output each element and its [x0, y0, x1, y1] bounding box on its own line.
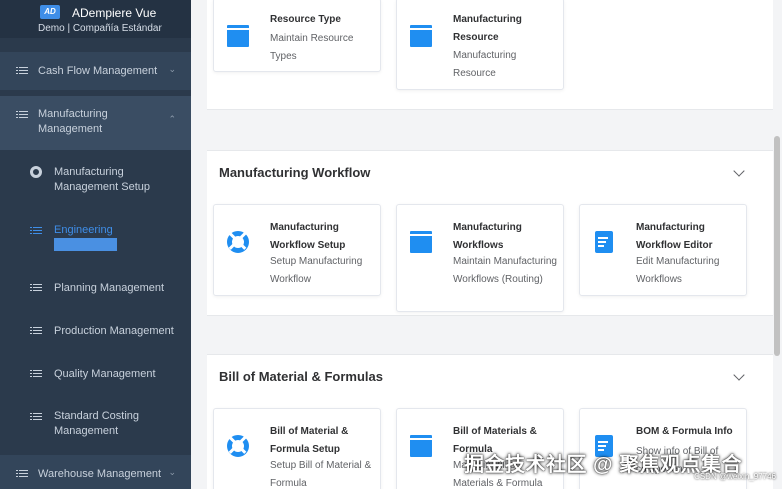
card-description: Manufacturing Resource [453, 50, 517, 79]
card-title: Manufacturing Resource [453, 14, 522, 43]
brand-header: AD ADempiere Vue Demo | Compañía Estánda… [0, 0, 191, 38]
sidebar-item-engineering[interactable]: Engineering [0, 222, 191, 242]
vertical-scrollbar[interactable] [774, 136, 780, 356]
sidebar-item-manufacturing-management[interactable]: Manufacturing Management ⌃ [0, 96, 191, 150]
chevron-down-icon[interactable] [733, 165, 745, 177]
sidebar-item-label: Engineering [54, 224, 113, 236]
card-title: Manufacturing Workflow Editor [636, 222, 713, 251]
watermark-small-text: CSDN @weixin_97746 [694, 472, 776, 481]
chevron-down-icon[interactable] [733, 369, 745, 381]
section-title: Bill of Material & Formulas [219, 369, 383, 384]
list-icon [30, 325, 42, 337]
card-bom-formula-setup[interactable]: Bill of Material & Formula Setup Setup B… [213, 408, 381, 489]
chevron-down-icon: ⌄ [168, 467, 176, 477]
card-description: Edit Manufacturing Workflows [636, 256, 720, 285]
card-manufacturing-workflow-setup[interactable]: Manufacturing Workflow Setup Setup Manuf… [213, 204, 381, 296]
company-subtitle: Demo | Compañía Estándar [38, 23, 162, 34]
list-icon [16, 109, 28, 121]
lifebuoy-icon [227, 435, 249, 457]
app-title: ADempiere Vue [72, 6, 157, 20]
app-logo: AD [40, 5, 60, 19]
gear-icon [30, 166, 42, 178]
folder-icon [410, 231, 432, 253]
main-content: Resource Type Maintain Resource Types Ma… [191, 0, 782, 489]
card-manufacturing-workflows[interactable]: Manufacturing Workflows Maintain Manufac… [396, 204, 564, 312]
sidebar-item-production-management[interactable]: Production Management [0, 323, 191, 343]
sidebar-item-manufacturing-management-setup[interactable]: Manufacturing Management Setup [0, 160, 191, 200]
folder-icon [410, 435, 432, 457]
card-title: BOM & Formula Info [636, 426, 733, 437]
list-icon [16, 468, 28, 480]
sidebar: AD ADempiere Vue Demo | Compañía Estánda… [0, 0, 191, 489]
lifebuoy-icon [227, 231, 249, 253]
card-title: Manufacturing Workflows [453, 222, 522, 251]
sidebar-item-label: Planning Management [54, 282, 165, 294]
list-icon [30, 225, 42, 237]
sidebar-item-label: Standard Costing Management [54, 410, 139, 437]
sidebar-item-label: Manufacturing Management Setup [54, 166, 151, 193]
sidebar-item-label: Quality Management [54, 368, 156, 380]
list-icon [16, 65, 28, 77]
card-title: Bill of Material & Formula Setup [270, 426, 349, 455]
sidebar-item-standard-costing-management[interactable]: Standard Costing Management [0, 408, 191, 442]
sidebar-item-label: Cash Flow Management [38, 65, 158, 77]
section-manufacturing-workflow: Manufacturing Workflow Manufacturing Wor… [207, 150, 773, 316]
card-title: Manufacturing Workflow Setup [270, 222, 346, 251]
card-manufacturing-workflow-editor[interactable]: Manufacturing Workflow Editor Edit Manuf… [579, 204, 747, 296]
chevron-up-icon: ⌃ [168, 114, 176, 124]
card-description: Maintain Resource Types [270, 33, 354, 62]
sidebar-item-warehouse-management[interactable]: Warehouse Management ⌄ [0, 455, 191, 489]
folder-icon [227, 25, 249, 47]
list-icon [30, 282, 42, 294]
sidebar-item-planning-management[interactable]: Planning Management [0, 280, 191, 300]
list-icon [30, 368, 42, 380]
card-manufacturing-resource[interactable]: Manufacturing Resource Manufacturing Res… [396, 0, 564, 90]
edit-document-icon [595, 231, 617, 253]
card-resource-type[interactable]: Resource Type Maintain Resource Types [213, 0, 381, 72]
list-icon [30, 411, 42, 423]
card-description: Setup Manufacturing Workflow [270, 256, 363, 285]
sidebar-item-label: Warehouse Management [38, 468, 162, 480]
sidebar-item-cash-flow-management[interactable]: Cash Flow Management ⌄ [0, 52, 191, 90]
section-panel: Resource Type Maintain Resource Types Ma… [207, 0, 773, 110]
sidebar-item-label: Manufacturing Management [38, 108, 108, 135]
sidebar-item-quality-management[interactable]: Quality Management [0, 366, 191, 386]
chevron-down-icon: ⌄ [168, 64, 176, 74]
card-description: Setup Bill of Material & Formula [270, 460, 372, 489]
card-title: Resource Type [270, 14, 341, 25]
card-description: Maintain Manufacturing Workflows (Routin… [453, 256, 557, 285]
section-title: Manufacturing Workflow [219, 165, 371, 180]
folder-icon [410, 25, 432, 47]
sidebar-item-label: Production Management [54, 325, 174, 337]
